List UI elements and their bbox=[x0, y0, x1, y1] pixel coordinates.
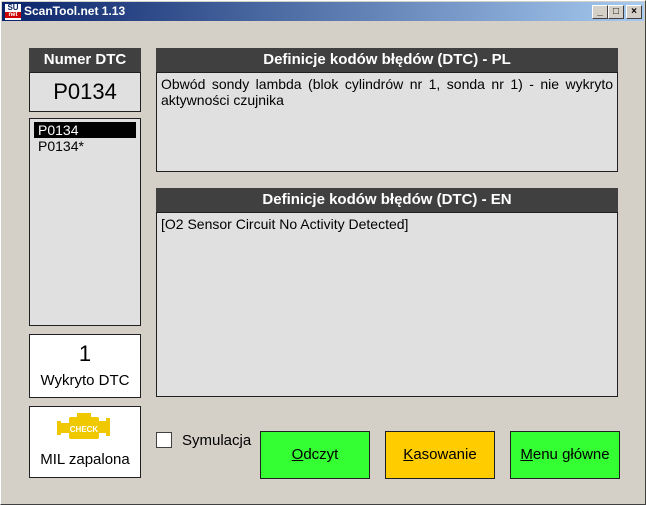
dtc-list-item[interactable]: P0134 bbox=[34, 122, 136, 138]
current-dtc-code: P0134 bbox=[29, 72, 141, 112]
menu-button-accesskey: M bbox=[520, 446, 533, 463]
check-engine-icon: CHECK bbox=[57, 413, 110, 439]
title-bar[interactable]: SU net ScanTool.net 1.13 _ □ × bbox=[2, 2, 644, 21]
minimize-button[interactable]: _ bbox=[592, 5, 608, 19]
en-definition-text: [O2 Sensor Circuit No Activity Detected] bbox=[156, 212, 618, 397]
app-icon[interactable]: SU net bbox=[5, 4, 21, 20]
check-engine-icon-text: CHECK bbox=[70, 425, 99, 434]
pl-definition-text: Obwód sondy lambda (blok cylindrów nr 1,… bbox=[156, 72, 618, 172]
read-button[interactable]: Odczyt bbox=[260, 431, 370, 479]
app-icon-bottom: net bbox=[5, 12, 21, 18]
clear-codes-button[interactable]: Kasowanie bbox=[385, 431, 495, 479]
mil-status-box: CHECK MIL zapalona bbox=[29, 406, 141, 478]
clear-button-label: asowanie bbox=[413, 446, 477, 463]
read-button-accesskey: O bbox=[291, 446, 304, 463]
dtc-list-item[interactable]: P0134* bbox=[34, 138, 136, 154]
pl-definition-header: Definicje kodów błędów (DTC) - PL bbox=[156, 48, 618, 72]
read-button-label: dczyt bbox=[303, 446, 339, 463]
close-button[interactable]: × bbox=[626, 5, 642, 19]
simulation-checkbox[interactable] bbox=[156, 432, 172, 448]
simulation-toggle[interactable]: Symulacja bbox=[156, 430, 251, 450]
app-window: SU net ScanTool.net 1.13 _ □ × Numer DTC… bbox=[0, 0, 646, 505]
simulation-label: Symulacja bbox=[182, 431, 252, 449]
mil-label: MIL zapalona bbox=[40, 451, 130, 468]
menu-button-label: enu główne bbox=[532, 446, 610, 463]
en-definition-header: Definicje kodów błędów (DTC) - EN bbox=[156, 188, 618, 212]
maximize-button[interactable]: □ bbox=[608, 5, 624, 19]
clear-button-accesskey: K bbox=[403, 446, 414, 463]
window-title: ScanTool.net 1.13 bbox=[24, 4, 126, 18]
dtc-count-box: 1 Wykryto DTC bbox=[29, 334, 141, 398]
dtc-list[interactable]: P0134 P0134* bbox=[29, 118, 141, 326]
dtc-number-label: Numer DTC bbox=[29, 48, 141, 72]
dtc-count: 1 bbox=[78, 341, 92, 366]
app-icon-top: SU bbox=[7, 3, 19, 12]
dtc-count-label: Wykryto DTC bbox=[40, 372, 130, 389]
main-menu-button[interactable]: Menu główne bbox=[510, 431, 620, 479]
